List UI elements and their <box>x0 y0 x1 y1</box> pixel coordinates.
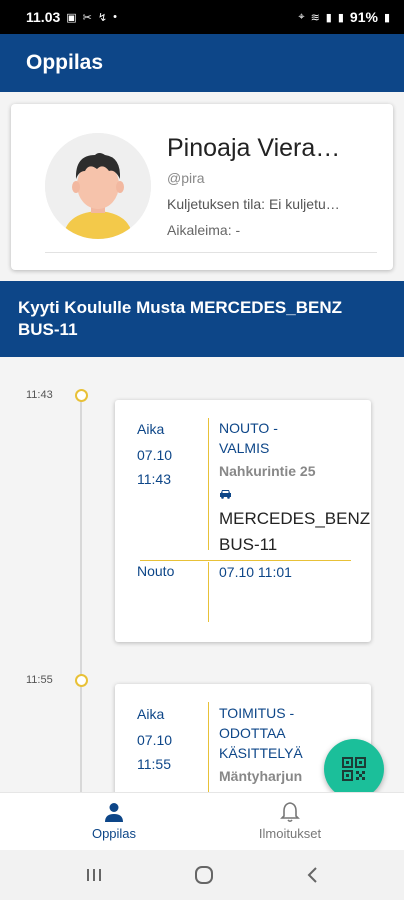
missed-call-icon: ✂ <box>82 11 92 24</box>
battery-level: 91% <box>349 9 378 25</box>
battery-icon: ▮ <box>383 11 390 24</box>
event-address: Mäntyharjun <box>219 768 303 784</box>
pickup-value: 07.10 11:01 <box>219 564 292 580</box>
row-divider <box>140 560 351 561</box>
event-vehicle-line2: BUS-11 <box>219 535 278 554</box>
event-status-line1: TOIMITUS - <box>219 705 295 721</box>
home-icon[interactable] <box>194 865 214 885</box>
divider <box>45 252 377 253</box>
trip-title: Kyyti Koululle Musta MERCEDES_BENZ BUS-1… <box>18 298 342 339</box>
event-date: 07.10 <box>137 732 173 748</box>
event-clock: 11:43 <box>137 471 171 487</box>
timeline-time: 11:43 <box>26 389 53 401</box>
event-clock: 11:55 <box>137 756 171 772</box>
pickup-label: Nouto <box>137 563 175 579</box>
event-date: 07.10 <box>137 447 173 463</box>
status-time: 11.03 <box>26 9 61 25</box>
event-status-line2: ODOTTAA <box>219 725 286 741</box>
profile-timestamp: Aikaleima: - <box>167 222 241 238</box>
location-icon: ⌖ <box>298 10 305 23</box>
qr-code-icon <box>342 757 366 781</box>
car-icon <box>220 490 231 499</box>
timeline-line <box>80 400 82 792</box>
bell-icon <box>280 802 300 823</box>
profile-name: Pinoaja Viera… <box>167 134 341 162</box>
profile-handle: @pira <box>167 170 205 186</box>
wifi-icon: ≋ <box>310 11 320 24</box>
transport-status: Kuljetuksen tila: Ei kuljetu… <box>167 196 340 212</box>
person-icon <box>105 803 123 822</box>
timeline-event-card[interactable]: Aika 07.10 11:43 NOUTO - VALMIS Nahkurin… <box>115 400 371 642</box>
event-status-line2: VALMIS <box>219 440 270 456</box>
status-bar: 11.03 ▣ ✂ ↯ • ⌖ ≋ ▮ ▮ 91% ▮ <box>0 0 404 34</box>
recent-apps-icon[interactable] <box>85 867 103 883</box>
nav-label: Oppilas <box>91 826 137 841</box>
nav-item-oppilas[interactable]: Oppilas <box>13 793 215 851</box>
trip-banner: Kyyti Koululle Musta MERCEDES_BENZ BUS-1… <box>0 281 404 357</box>
qr-scan-button[interactable] <box>324 739 384 799</box>
time-label: Aika <box>137 706 165 722</box>
column-divider <box>208 562 209 622</box>
timeline-time: 11:55 <box>26 674 53 686</box>
dot-icon: • <box>113 11 117 23</box>
page-title: Oppilas <box>26 51 104 74</box>
column-divider <box>208 418 209 550</box>
event-vehicle-line1: MERCEDES_BENZ <box>219 509 371 528</box>
signal-icon-2: ▮ <box>337 11 344 24</box>
back-icon[interactable] <box>305 866 319 884</box>
nav-item-ilmoitukset[interactable]: Ilmoitukset <box>189 793 391 851</box>
bottom-nav: Oppilas Ilmoitukset <box>0 792 404 850</box>
event-status-line1: NOUTO - <box>219 420 278 436</box>
app-notification-icon: ↯ <box>97 11 108 24</box>
timeline-dot <box>75 674 88 687</box>
event-status-line3: KÄSITTELYÄ <box>219 745 303 761</box>
image-notification-icon: ▣ <box>66 11 77 24</box>
system-nav-bar <box>0 850 404 900</box>
event-address: Nahkurintie 25 <box>219 463 316 479</box>
student-avatar-icon <box>45 133 151 239</box>
profile-card[interactable]: Pinoaja Viera… @pira Kuljetuksen tila: E… <box>11 104 393 270</box>
time-label: Aika <box>137 421 165 437</box>
nav-label: Ilmoitukset <box>258 826 322 841</box>
avatar <box>45 133 151 239</box>
app-header: Oppilas <box>0 34 404 92</box>
signal-icon: ▮ <box>325 11 332 24</box>
timeline-dot <box>75 389 88 402</box>
